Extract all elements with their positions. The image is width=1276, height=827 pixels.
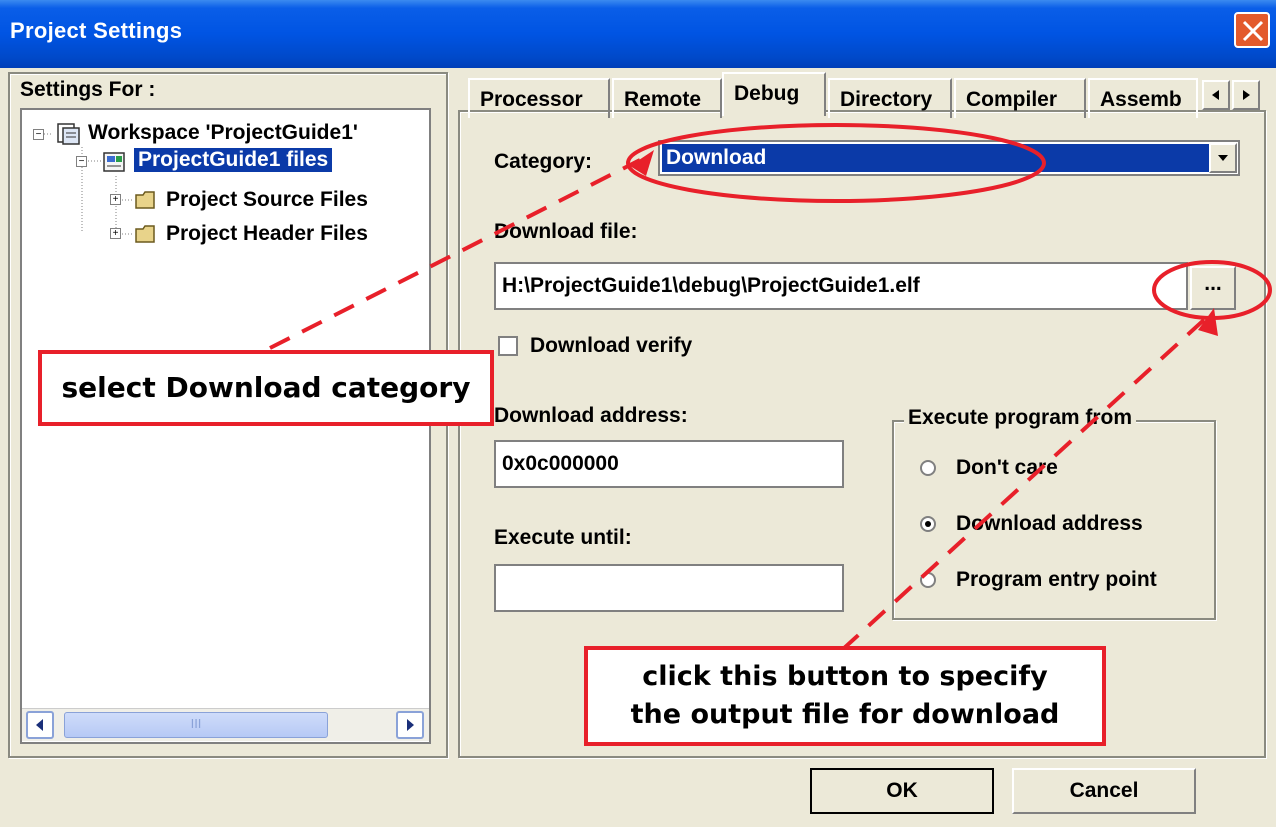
download-address-field[interactable] xyxy=(494,440,844,488)
scroll-left-icon xyxy=(36,719,43,731)
tab-scroll-right-button[interactable] xyxy=(1232,80,1260,110)
scroll-grip: III xyxy=(190,716,202,731)
project-settings-dialog: Project Settings Settings For : − Worksp… xyxy=(0,0,1276,827)
tab-scroll-left-button[interactable] xyxy=(1202,80,1230,110)
execute-until-field[interactable] xyxy=(494,564,844,612)
scroll-right-icon xyxy=(407,719,414,731)
tree-item-workspace[interactable]: Workspace 'ProjectGuide1' xyxy=(88,121,358,145)
tree-collapse-toggle[interactable]: − xyxy=(76,156,87,167)
browse-button[interactable]: ... xyxy=(1190,266,1236,310)
folder-icon xyxy=(135,191,155,209)
project-tree[interactable]: − Workspace 'ProjectGuide1' − ProjectGui… xyxy=(20,108,431,744)
close-icon xyxy=(1242,20,1264,42)
category-dropdown-button[interactable] xyxy=(1209,143,1237,173)
tab-remote[interactable]: Remote xyxy=(612,78,722,118)
tab-assembler[interactable]: Assemb xyxy=(1088,78,1198,118)
callout-browse-line2: the output file for download xyxy=(630,699,1060,730)
tree-expand-toggle[interactable]: + xyxy=(110,228,121,239)
title-bar[interactable]: Project Settings xyxy=(0,0,1276,68)
download-verify-label[interactable]: Download verify xyxy=(530,334,692,358)
scroll-right-button[interactable] xyxy=(396,711,424,739)
close-button[interactable] xyxy=(1234,12,1270,48)
workspace-icon xyxy=(57,123,80,145)
callout-select-category-text: select Download category xyxy=(61,371,471,404)
tab-directory[interactable]: Directory xyxy=(828,78,952,118)
scroll-thumb[interactable]: III xyxy=(64,712,328,738)
radio-dont-care[interactable] xyxy=(920,460,936,476)
tab-debug[interactable]: Debug xyxy=(722,72,826,116)
callout-browse-line1: click this button to specify xyxy=(642,661,1048,692)
download-verify-checkbox[interactable] xyxy=(498,336,518,356)
tree-item-header-files[interactable]: Project Header Files xyxy=(166,222,368,246)
download-address-label: Download address: xyxy=(494,404,688,427)
radio-download-address[interactable] xyxy=(920,516,936,532)
tree-expand-toggle[interactable]: + xyxy=(110,194,121,205)
callout-select-category: select Download category xyxy=(38,350,494,426)
tree-collapse-toggle[interactable]: − xyxy=(33,129,44,140)
tab-processor[interactable]: Processor xyxy=(468,78,610,118)
chevron-down-icon xyxy=(1218,155,1228,161)
tab-compiler[interactable]: Compiler xyxy=(954,78,1086,118)
callout-browse-button: click this button to specify the output … xyxy=(584,646,1106,746)
execute-until-label: Execute until: xyxy=(494,526,632,549)
window-title: Project Settings xyxy=(10,18,183,43)
tree-item-source-files[interactable]: Project Source Files xyxy=(166,188,368,212)
tree-item-project-files[interactable]: ProjectGuide1 files xyxy=(132,147,334,173)
category-selected-value: Download xyxy=(662,144,1210,172)
project-icon xyxy=(103,152,125,172)
execute-program-from-title: Execute program from xyxy=(904,406,1137,430)
category-label: Category: xyxy=(494,150,593,173)
download-file-field[interactable] xyxy=(494,262,1188,310)
download-file-label: Download file: xyxy=(494,220,638,243)
category-select[interactable]: Download xyxy=(658,140,1240,176)
radio-download-address-label[interactable]: Download address xyxy=(956,512,1143,536)
tab-scroll-left-icon xyxy=(1212,90,1219,100)
tab-scroll-right-icon xyxy=(1243,90,1250,100)
tree-horizontal-scrollbar[interactable]: III xyxy=(22,708,429,741)
radio-dont-care-label[interactable]: Don't care xyxy=(956,456,1058,480)
folder-icon xyxy=(135,225,155,243)
scroll-left-button[interactable] xyxy=(26,711,54,739)
radio-program-entry-point[interactable] xyxy=(920,572,936,588)
ok-button[interactable]: OK xyxy=(810,768,994,814)
cancel-button[interactable]: Cancel xyxy=(1012,768,1196,814)
settings-for-label: Settings For : xyxy=(20,78,156,101)
radio-program-entry-point-label[interactable]: Program entry point xyxy=(956,568,1157,592)
